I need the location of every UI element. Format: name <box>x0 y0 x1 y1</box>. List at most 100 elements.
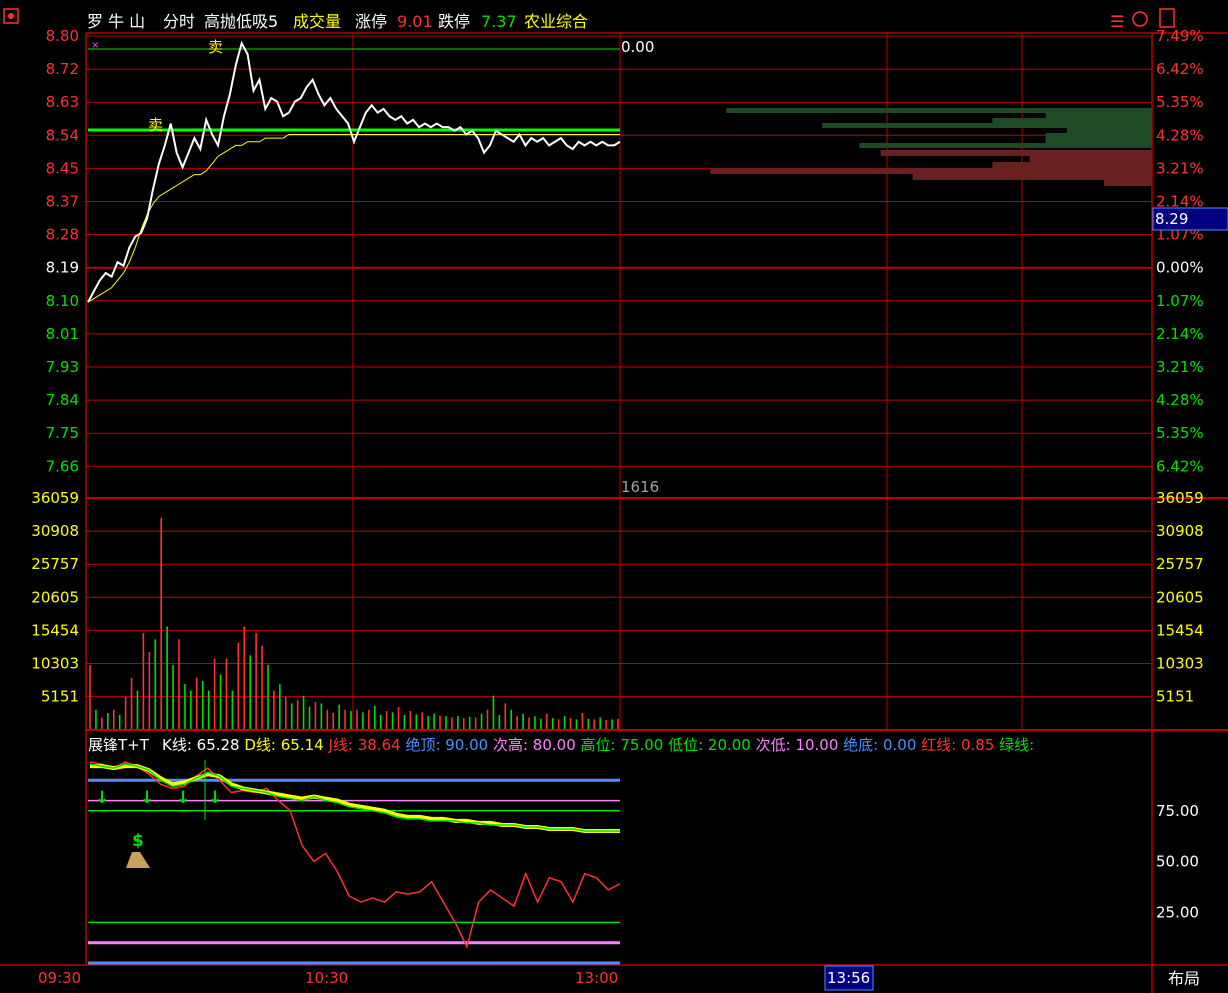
current-price-tag-text: 8.29 <box>1155 210 1188 228</box>
indicator-values: K线: 65.28 D线: 65.14 J线: 38.64 绝顶: 90.00 … <box>162 736 1034 754</box>
indicator-value: 绝顶: 90.00 <box>405 736 493 754</box>
price-axis-ticks: 8.80 8.72 8.63 8.54 8.45 8.37 8.28 8.19 8.10 8.01… <box>46 27 1204 475</box>
volume-tick-label: 10303 <box>1156 655 1204 673</box>
price-tick-label: 8.10 <box>46 292 79 310</box>
indicator-value: 绿线: <box>999 736 1034 754</box>
down-arrow-icon: ↓ <box>176 788 190 808</box>
indicator-value: D线: 65.14 <box>244 736 328 754</box>
buy-depth-bar <box>1045 113 1152 118</box>
indicator-axis-ticks: 75.00 50.00 25.00 <box>1156 802 1199 922</box>
price-tick-label: 7.84 <box>46 391 79 409</box>
indicator-value: 高位: 75.00 <box>581 736 669 754</box>
indicator-name[interactable]: 展锋T+T <box>88 736 150 754</box>
stock-name: 罗 牛 山 <box>87 12 145 31</box>
buy-depth-bar <box>859 143 1152 148</box>
price-tick-label: 8.54 <box>46 126 79 144</box>
down-arrow-icon: ↓ <box>95 788 109 808</box>
indicator-label[interactable]: 高抛低吸5 <box>204 12 278 31</box>
percent-tick-label: 3.21% <box>1156 159 1204 177</box>
volume-tick-label: 30908 <box>1156 522 1204 540</box>
j-line <box>89 761 621 949</box>
sell-depth-bar <box>880 150 1152 156</box>
volume-bars <box>89 517 619 729</box>
sector-label[interactable]: 农业综合 <box>524 12 588 31</box>
price-tick-label: 7.93 <box>46 358 79 376</box>
volume-tick-label: 5151 <box>1156 688 1194 706</box>
time-axis: 09:30 10:30 13:00 13:56 布局 <box>38 965 1200 991</box>
limit-down-value: 7.37 <box>481 12 517 31</box>
buy-depth-bar <box>726 108 1152 113</box>
indicator-value: K线: 65.28 <box>162 736 244 754</box>
percent-tick-label: 5.35% <box>1156 93 1204 111</box>
indicator-tick-label: 25.00 <box>1156 903 1199 921</box>
order-book-depth <box>710 108 1152 186</box>
percent-tick-label: 6.42% <box>1156 457 1204 475</box>
buy-depth-bar <box>822 123 1152 128</box>
sell-depth-bar <box>710 168 1152 174</box>
cursor-time: 13:56 <box>827 969 870 987</box>
volume-label: 成交量 <box>293 12 341 31</box>
indicator-label-row: 展锋T+T K线: 65.28 D线: 65.14 J线: 38.64 绝顶: … <box>88 736 1034 754</box>
volume-tick-label: 15454 <box>31 621 79 639</box>
time-label: 09:30 <box>38 969 81 987</box>
sell-signal-label: 卖 <box>148 116 163 134</box>
window-icon[interactable] <box>1159 8 1175 28</box>
price-tick-label: 8.28 <box>46 226 79 244</box>
sell-signal-label: 卖 <box>208 38 223 56</box>
price-line <box>87 40 621 303</box>
sell-arrows: ↓ ↓ ↓ ↓ <box>95 788 222 808</box>
percent-tick-label: 5.35% <box>1156 424 1204 442</box>
indicator-value: 绝底: 0.00 <box>843 736 921 754</box>
intraday-chart[interactable]: 罗 牛 山 分时 高抛低吸5 成交量 涨停 9.01 跌停 7.37 农业综合 … <box>0 0 1228 993</box>
price-tick-label: 8.37 <box>46 193 79 211</box>
chart-header: 罗 牛 山 分时 高抛低吸5 成交量 涨停 9.01 跌停 7.37 农业综合 … <box>3 8 1175 31</box>
buy-depth-bar <box>1066 128 1152 133</box>
percent-tick-label: 7.49% <box>1156 27 1204 45</box>
indicator-value: 红线: 0.85 <box>921 736 999 754</box>
volume-tick-label: 36059 <box>31 489 79 507</box>
volume-tick-label: 20605 <box>1156 588 1204 606</box>
price-tick-label: 8.01 <box>46 325 79 343</box>
volume-tick-label: 10303 <box>31 655 79 673</box>
mode-label[interactable]: 分时 <box>163 12 195 31</box>
percent-tick-label: 3.21% <box>1156 358 1204 376</box>
limit-up-value: 9.01 <box>397 12 433 31</box>
indicator-value: 次低: 10.00 <box>756 736 844 754</box>
sell-depth-bar <box>1029 156 1152 162</box>
buy-depth-bar <box>1045 138 1152 143</box>
indicator-tick-label: 75.00 <box>1156 802 1199 820</box>
layout-button[interactable]: 布局 <box>1168 969 1200 988</box>
price-tick-label: 8.19 <box>46 259 79 277</box>
price-tick-label: 7.66 <box>46 457 79 475</box>
grid-lines <box>86 33 1152 730</box>
sell-depth-bar <box>912 174 1152 180</box>
percent-tick-label: 1.07% <box>1156 292 1204 310</box>
volume-tick-label: 15454 <box>1156 621 1204 639</box>
percent-tick-label: 4.28% <box>1156 126 1204 144</box>
buy-signal: $ <box>126 831 150 868</box>
sell-depth-bar <box>1104 180 1152 186</box>
volume-tick-label: 20605 <box>31 588 79 606</box>
buy-signal-icon: $ <box>132 831 144 851</box>
indicator-value: 低位: 20.00 <box>668 736 756 754</box>
settings-icon[interactable] <box>1132 11 1148 27</box>
money-bag-icon <box>126 852 150 868</box>
volume-tick-label: 36059 <box>1156 489 1204 507</box>
down-arrow-icon: ↓ <box>140 788 154 808</box>
d-line <box>90 764 620 834</box>
price-tick-label: 7.75 <box>46 424 79 442</box>
limit-up-label: 涨停 <box>355 12 387 31</box>
top-line-value: 0.00 <box>621 38 654 56</box>
average-price-line <box>87 133 620 303</box>
buy-depth-bar <box>1045 133 1152 138</box>
volume-tick-label: 5151 <box>41 688 79 706</box>
percent-tick-label: 0.00% <box>1156 259 1204 277</box>
price-tick-label: 8.80 <box>46 27 79 45</box>
list-icon[interactable]: ☰ <box>1110 12 1124 31</box>
price-tick-label: 8.72 <box>46 60 79 78</box>
marker-icon: × <box>91 40 99 51</box>
price-tick-label: 8.63 <box>46 93 79 111</box>
percent-tick-label: 4.28% <box>1156 391 1204 409</box>
menu-icon-dot <box>8 13 14 19</box>
volume-tick-label: 30908 <box>31 522 79 540</box>
